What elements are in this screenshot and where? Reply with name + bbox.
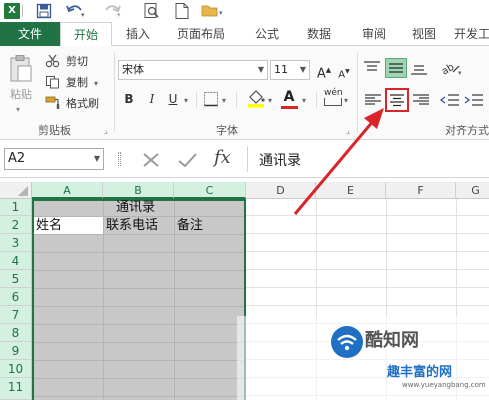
annotation-arrow (293, 108, 384, 215)
